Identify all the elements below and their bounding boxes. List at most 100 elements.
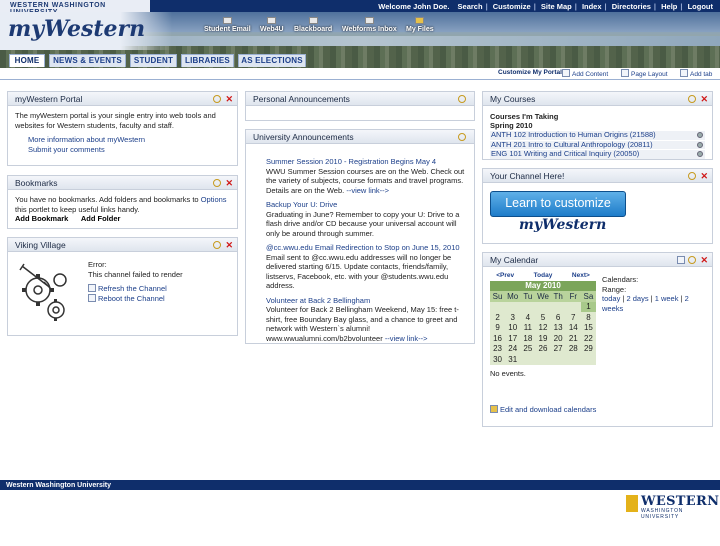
calendar-day[interactable]: 14 [566, 323, 581, 334]
tab-news-events[interactable]: NEWS & EVENTS [49, 54, 126, 67]
calendar-day[interactable]: 11 [520, 323, 535, 334]
calendar-day[interactable]: 15 [581, 323, 596, 334]
calendar-day[interactable]: 23 [490, 344, 505, 355]
announcement-item: Summer Session 2010 - Registration Begin… [266, 157, 467, 195]
course-item[interactable]: ANTH 102 Introduction to Human Origins (… [490, 130, 705, 140]
tab-as-elections[interactable]: AS ELECTIONS [238, 54, 306, 67]
range-2days-link[interactable]: 2 days [626, 294, 648, 303]
help-link[interactable]: Help [658, 2, 680, 11]
add-folder-button[interactable]: Add Folder [81, 214, 121, 223]
calendar-day[interactable]: 1 [580, 301, 596, 312]
learn-to-customize-button[interactable]: Learn to customize [490, 191, 626, 217]
calendar-day[interactable]: 16 [490, 333, 505, 344]
quick-link-webforms-inbox[interactable]: Webforms Inbox [342, 17, 397, 33]
calendar-day[interactable]: 6 [551, 312, 566, 323]
close-icon[interactable]: ✕ [225, 179, 233, 188]
maximize-icon[interactable] [213, 95, 222, 103]
close-icon[interactable]: ✕ [700, 95, 708, 104]
submit-comments-link[interactable]: Submit your comments [28, 145, 105, 154]
close-icon[interactable]: ✕ [225, 241, 233, 250]
add-bookmark-button[interactable]: Add Bookmark [15, 214, 68, 223]
calendar-day[interactable]: 3 [505, 312, 520, 323]
directories-link[interactable]: Directories [609, 2, 654, 11]
maximize-icon[interactable] [458, 133, 466, 141]
course-tools-icon[interactable] [697, 151, 703, 157]
add-content-link[interactable]: Add Content [562, 69, 608, 78]
logout-link[interactable]: Logout [685, 2, 716, 11]
edit-calendars-link[interactable]: Edit and download calendars [500, 405, 596, 414]
footer-logo[interactable]: WESTERN WASHINGTON UNIVERSITY [626, 494, 719, 520]
calendar-day[interactable]: 17 [505, 333, 520, 344]
maximize-icon[interactable] [688, 256, 697, 264]
maximize-icon[interactable] [458, 95, 466, 103]
quick-link-my-files[interactable]: My Files [406, 17, 434, 33]
calendar-day[interactable]: 30 [490, 354, 505, 365]
calendar-day[interactable]: 9 [490, 323, 505, 334]
customize-my-portal-link[interactable]: Customize My Portal [498, 69, 562, 76]
maximize-icon[interactable] [688, 95, 697, 103]
maximize-icon[interactable] [213, 241, 222, 249]
calendar-day[interactable]: 22 [581, 333, 596, 344]
calendar-day[interactable]: 18 [520, 333, 535, 344]
prev-month-button[interactable]: <Prev [490, 270, 521, 281]
reboot-channel-link[interactable]: Reboot the Channel [98, 294, 165, 303]
next-month-button[interactable]: Next> [565, 270, 596, 281]
course-tools-icon[interactable] [697, 141, 703, 148]
calendar-day[interactable]: 8 [581, 312, 596, 323]
refresh-channel-link[interactable]: Refresh the Channel [98, 284, 167, 293]
range-1week-link[interactable]: 1 week [655, 294, 679, 303]
announcement-title[interactable]: Backup Your U: Drive [266, 200, 467, 210]
edit-calendars-row[interactable]: Edit and download calendars [490, 405, 596, 414]
today-button[interactable]: Today [520, 270, 566, 281]
calendar-day[interactable]: 10 [505, 323, 520, 334]
announcement-title[interactable]: @cc.wwu.edu Email Redirection to Stop on… [266, 243, 467, 253]
search-link[interactable]: Search [455, 2, 486, 11]
customize-link[interactable]: Customize [490, 2, 534, 11]
calendar-day[interactable]: 2 [490, 312, 505, 323]
close-icon[interactable]: ✕ [225, 95, 233, 104]
more-info-link[interactable]: More information about myWestern [28, 135, 145, 144]
page-layout-link[interactable]: Page Layout [621, 69, 668, 78]
course-item[interactable]: ANTH 201 Intro to Cultural Anthropology … [490, 140, 705, 149]
tab-libraries[interactable]: LIBRARIES [181, 54, 234, 67]
quick-link-student-email[interactable]: Student Email [204, 17, 251, 33]
calendar-day[interactable]: 29 [581, 344, 596, 355]
calendar-day[interactable]: 24 [505, 344, 520, 355]
calendar-edit-icon[interactable] [677, 256, 686, 264]
quick-link-web4u[interactable]: Web4U [260, 17, 284, 33]
maximize-icon[interactable] [213, 179, 222, 187]
calendar-day[interactable]: 19 [535, 333, 550, 344]
course-tools-icon[interactable] [697, 132, 703, 138]
calendar-day[interactable]: 7 [566, 312, 581, 323]
calendar-day[interactable]: 27 [551, 344, 566, 355]
bookmarks-options-link[interactable]: Options [201, 195, 227, 204]
site-map-link[interactable]: Site Map [538, 2, 575, 11]
calendar-day[interactable]: 31 [505, 354, 520, 365]
calendar-day[interactable]: 25 [520, 344, 535, 355]
index-link[interactable]: Index [579, 2, 605, 11]
course-item[interactable]: ENG 101 Writing and Critical Inquiry (20… [490, 149, 705, 159]
calendar-day[interactable]: 12 [535, 323, 550, 334]
portlet-title: Your Channel Here! [490, 171, 565, 181]
range-today-link[interactable]: today [602, 294, 620, 303]
calendar-day[interactable]: 4 [520, 312, 535, 323]
add-tab-link[interactable]: Add tab [680, 69, 712, 78]
announcement-title[interactable]: Summer Session 2010 - Registration Begin… [266, 157, 467, 167]
calendar-day [580, 354, 596, 365]
quick-link-blackboard[interactable]: Blackboard [294, 17, 332, 33]
calendar-day[interactable]: 20 [551, 333, 566, 344]
tab-home[interactable]: HOME [9, 54, 45, 67]
maximize-icon[interactable] [688, 172, 697, 180]
close-icon[interactable]: ✕ [700, 256, 708, 265]
announcement-title[interactable]: Volunteer at Back 2 Bellingham [266, 296, 467, 306]
calendar-day[interactable]: 5 [535, 312, 550, 323]
mywestern-logo[interactable]: myWestern [8, 16, 145, 42]
view-link[interactable]: --view link--> [385, 334, 428, 343]
calendar-day[interactable]: 13 [551, 323, 566, 334]
view-link[interactable]: --view link--> [346, 186, 389, 195]
calendar-day[interactable]: 28 [566, 344, 581, 355]
calendar-day[interactable]: 21 [566, 333, 581, 344]
tab-student[interactable]: STUDENT [130, 54, 177, 67]
close-icon[interactable]: ✕ [700, 172, 708, 181]
calendar-day[interactable]: 26 [535, 344, 550, 355]
